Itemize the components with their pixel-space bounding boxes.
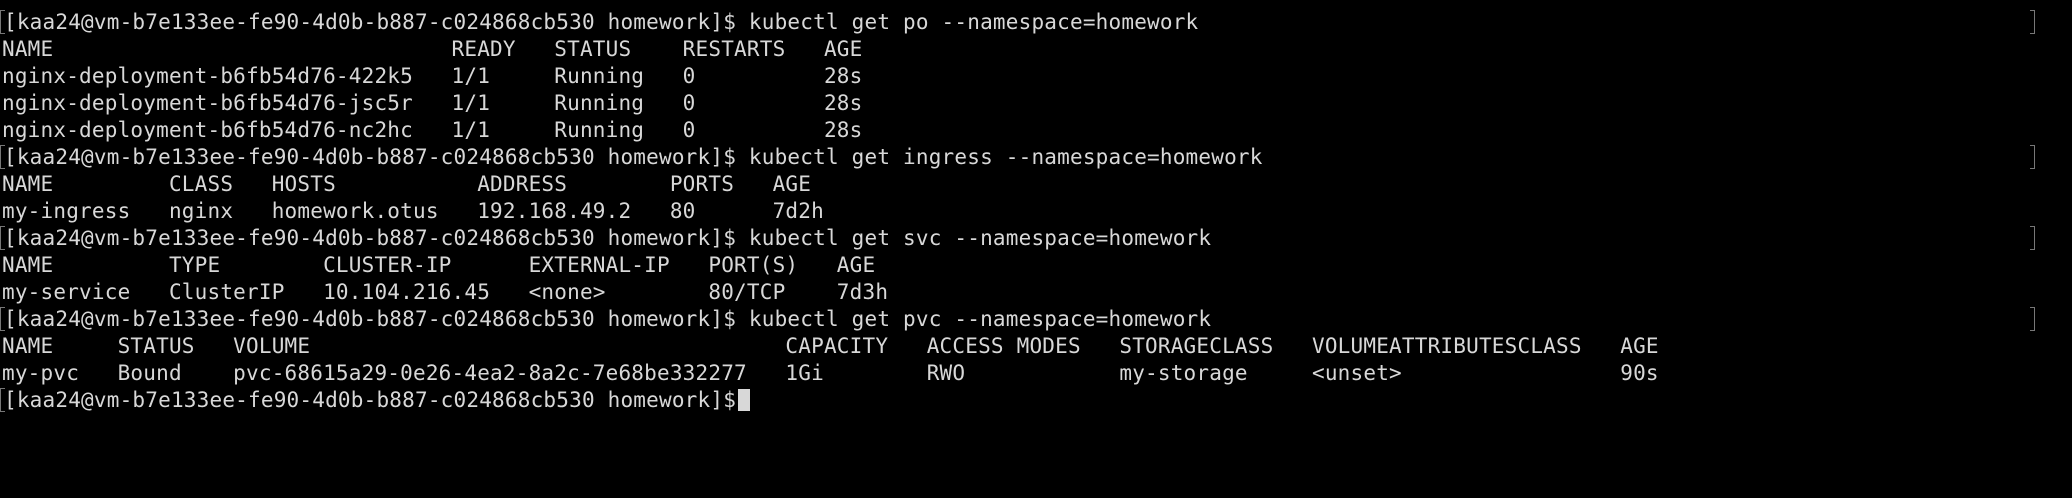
output-line: nginx-deployment-b6fb54d76-422k5 1/1 Run… (0, 62, 2072, 90)
terminal-window[interactable]: [kaa24@vm-b7e133ee-fe90-4d0b-b887-c02486… (0, 8, 2072, 426)
prompt-mark-right (2030, 10, 2035, 34)
output-line: my-pvc Bound pvc-68615a29-0e26-4ea2-8a2c… (0, 359, 2072, 387)
table-header: NAME STATUS VOLUME CAPACITY ACCESS MODES… (2, 334, 1659, 358)
output-line: my-service ClusterIP 10.104.216.45 <none… (0, 278, 2072, 306)
command-input[interactable]: [kaa24@vm-b7e133ee-fe90-4d0b-b887-c02486… (4, 386, 751, 414)
prompt-mark-right (2030, 226, 2035, 250)
table-header: NAME CLASS HOSTS ADDRESS PORTS AGE (2, 172, 812, 196)
prompt-line: [kaa24@vm-b7e133ee-fe90-4d0b-b887-c02486… (0, 8, 2072, 36)
output-line: my-ingress nginx homework.otus 192.168.4… (0, 197, 2072, 225)
table-row: my-pvc Bound pvc-68615a29-0e26-4ea2-8a2c… (2, 361, 1659, 385)
prompt-mark-right (2030, 145, 2035, 169)
table-row: my-ingress nginx homework.otus 192.168.4… (2, 199, 824, 223)
command-text: [kaa24@vm-b7e133ee-fe90-4d0b-b887-c02486… (4, 145, 1263, 169)
output-line: NAME READY STATUS RESTARTS AGE (0, 35, 2072, 63)
table-row: nginx-deployment-b6fb54d76-nc2hc 1/1 Run… (2, 118, 863, 142)
table-header: NAME TYPE CLUSTER-IP EXTERNAL-IP PORT(S)… (2, 253, 876, 277)
command-text: [kaa24@vm-b7e133ee-fe90-4d0b-b887-c02486… (4, 10, 1199, 34)
output-line: nginx-deployment-b6fb54d76-nc2hc 1/1 Run… (0, 116, 2072, 144)
prompt-line: [kaa24@vm-b7e133ee-fe90-4d0b-b887-c02486… (0, 143, 2072, 171)
text-cursor (738, 389, 751, 411)
prompt-mark-right (2030, 307, 2035, 331)
command-text: [kaa24@vm-b7e133ee-fe90-4d0b-b887-c02486… (4, 226, 1212, 250)
prompt-text: [kaa24@vm-b7e133ee-fe90-4d0b-b887-c02486… (4, 388, 737, 412)
output-line: NAME STATUS VOLUME CAPACITY ACCESS MODES… (0, 332, 2072, 360)
output-line: NAME CLASS HOSTS ADDRESS PORTS AGE (0, 170, 2072, 198)
output-line: NAME TYPE CLUSTER-IP EXTERNAL-IP PORT(S)… (0, 251, 2072, 279)
prompt-line: [kaa24@vm-b7e133ee-fe90-4d0b-b887-c02486… (0, 224, 2072, 252)
table-header: NAME READY STATUS RESTARTS AGE (2, 37, 863, 61)
prompt-line: [kaa24@vm-b7e133ee-fe90-4d0b-b887-c02486… (0, 305, 2072, 333)
table-row: my-service ClusterIP 10.104.216.45 <none… (2, 280, 889, 304)
table-row: nginx-deployment-b6fb54d76-jsc5r 1/1 Run… (2, 91, 863, 115)
output-line: nginx-deployment-b6fb54d76-jsc5r 1/1 Run… (0, 89, 2072, 117)
command-text: [kaa24@vm-b7e133ee-fe90-4d0b-b887-c02486… (4, 307, 1212, 331)
table-row: nginx-deployment-b6fb54d76-422k5 1/1 Run… (2, 64, 863, 88)
prompt-line[interactable]: [kaa24@vm-b7e133ee-fe90-4d0b-b887-c02486… (0, 386, 2072, 414)
